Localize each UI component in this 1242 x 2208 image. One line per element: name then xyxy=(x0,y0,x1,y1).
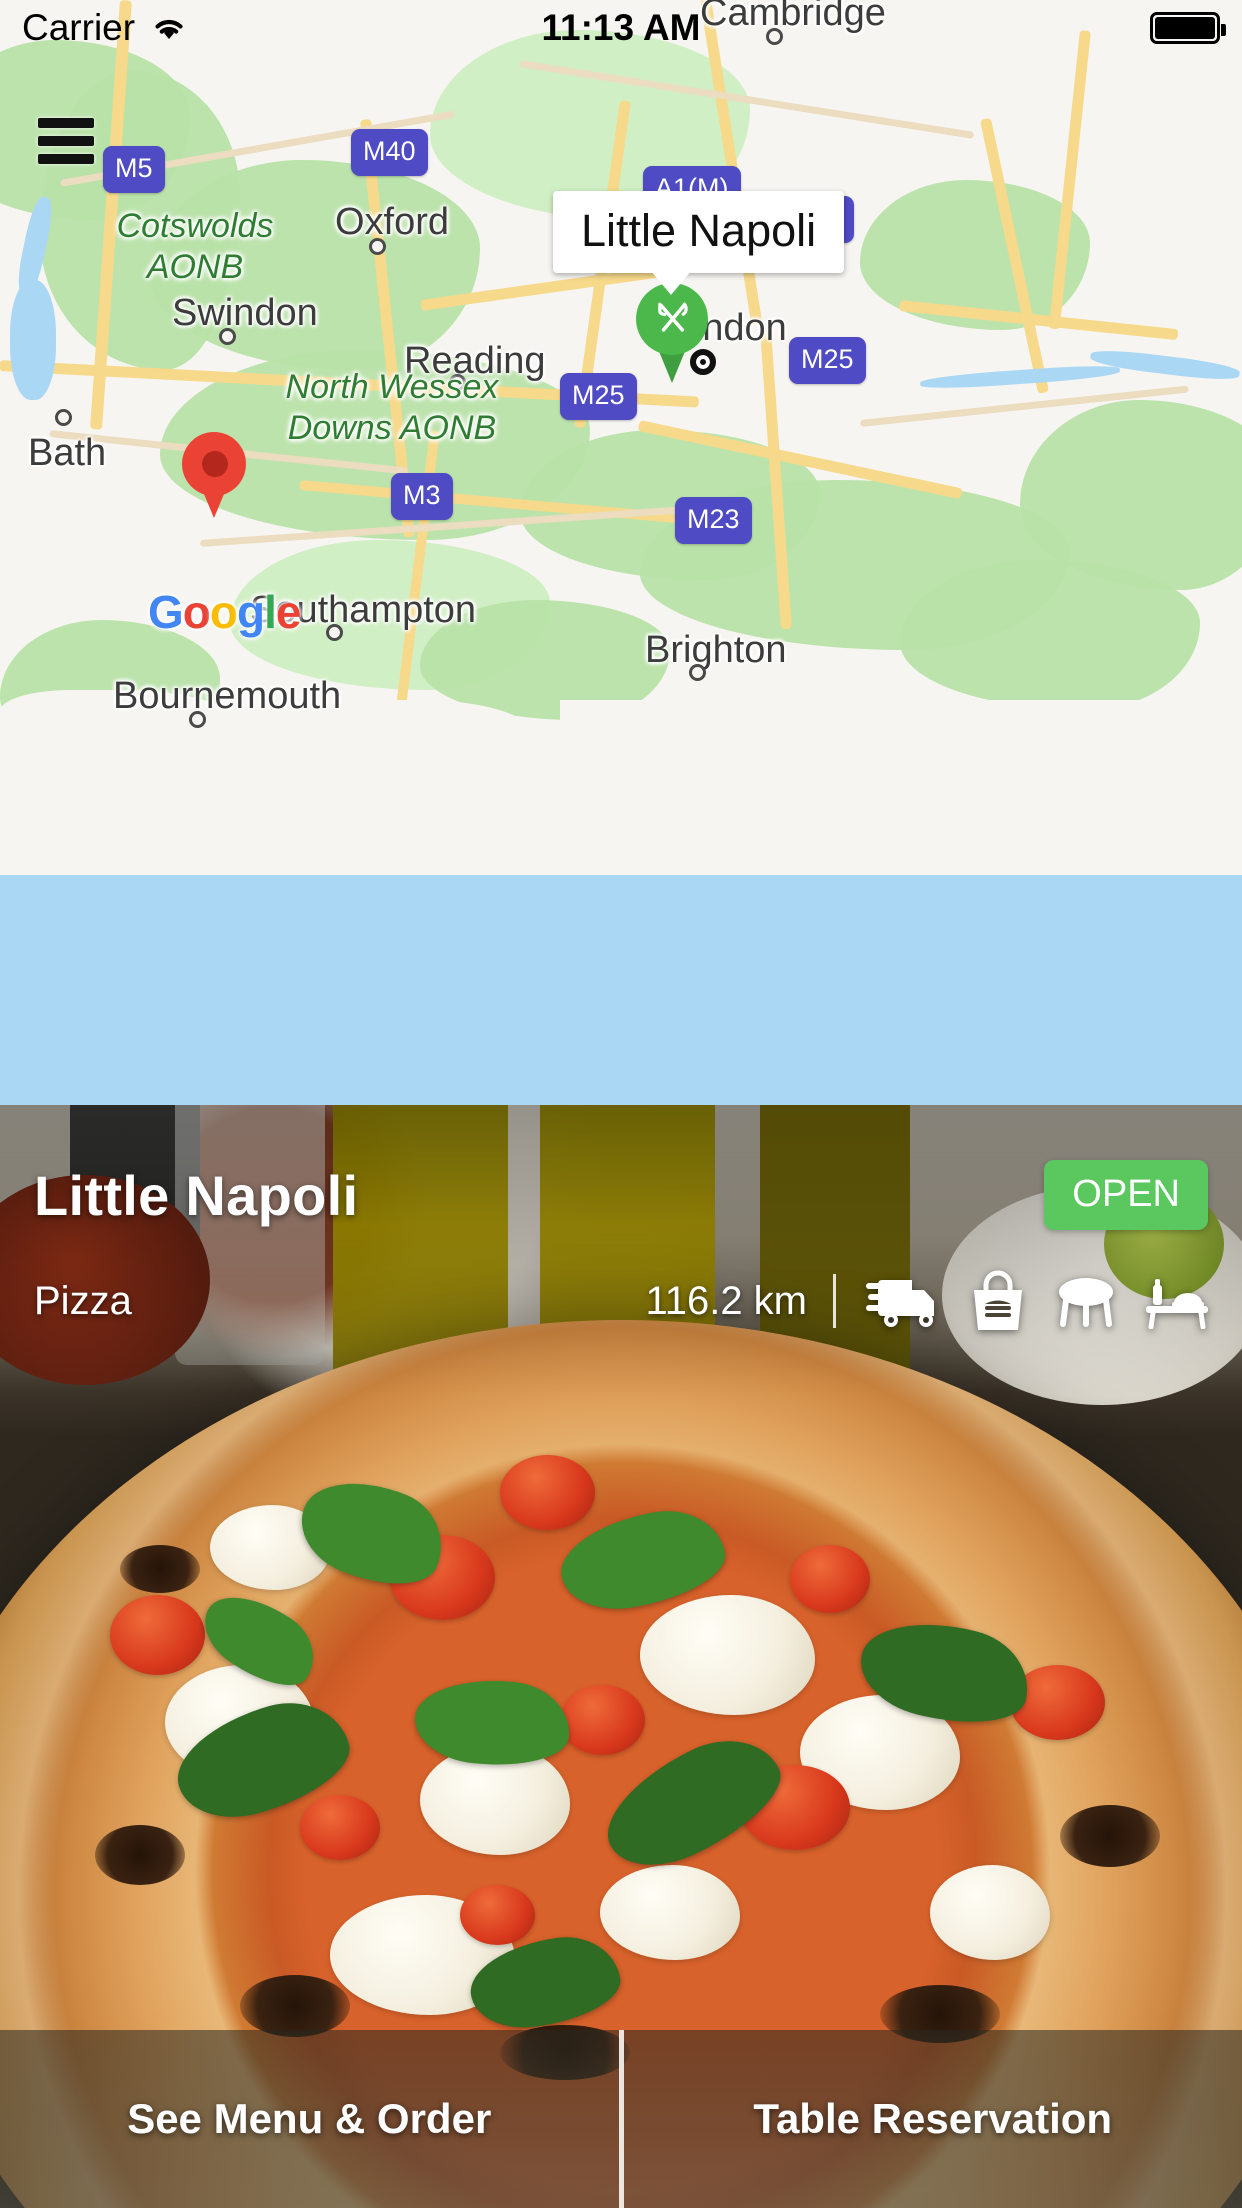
aonb-line-1: North Wessex xyxy=(285,368,499,406)
map-shield-m23: M23 xyxy=(675,497,752,544)
status-bar-right xyxy=(1150,11,1226,44)
map-dot-southampton xyxy=(326,624,343,641)
photo-char-spot xyxy=(1060,1805,1160,1867)
battery-fill xyxy=(1155,16,1215,39)
photo-char-spot xyxy=(95,1825,185,1885)
service-icons xyxy=(866,1270,1208,1332)
map-sea xyxy=(0,875,1242,1105)
status-bar-left: Carrier xyxy=(22,7,189,49)
map-dot-bournemouth xyxy=(189,711,206,728)
restaurant-card[interactable]: Little Napoli OPEN Pizza 116.2 km See Me… xyxy=(0,1105,1242,2208)
photo-tomato xyxy=(460,1885,535,1945)
meta-divider xyxy=(833,1274,836,1328)
callout-label: Little Napoli xyxy=(581,205,817,256)
map-label-swindon: Swindon xyxy=(172,292,318,334)
photo-tomato xyxy=(500,1455,595,1530)
pin-center-dot xyxy=(202,451,228,477)
photo-mozzarella xyxy=(930,1865,1050,1960)
battery-full-icon xyxy=(1150,11,1226,44)
card-title-row: Little Napoli OPEN xyxy=(34,1160,1208,1230)
map-shield-m5: M5 xyxy=(103,146,165,193)
status-badge: OPEN xyxy=(1044,1160,1208,1230)
cuisine-label: Pizza xyxy=(34,1278,132,1323)
photo-char-spot xyxy=(240,1975,350,2037)
map-label-bournemouth: Bournemouth xyxy=(113,675,342,717)
takeaway-bag-icon xyxy=(974,1270,1022,1330)
user-location-pin-icon[interactable] xyxy=(182,432,246,520)
map-dot-swindon xyxy=(219,328,236,345)
card-meta-right: 116.2 km xyxy=(645,1270,1208,1332)
photo-tomato xyxy=(560,1685,645,1755)
aonb-line-1: Cotswolds xyxy=(116,207,274,245)
google-letter-o2: o xyxy=(209,586,238,638)
see-menu-order-button[interactable]: See Menu & Order xyxy=(0,2030,619,2208)
photo-mozzarella xyxy=(640,1595,815,1715)
catering-table-icon xyxy=(1146,1279,1208,1329)
menu-bar-2 xyxy=(38,136,94,146)
fork-knife-icon xyxy=(658,302,688,332)
photo-tomato xyxy=(300,1795,380,1860)
map-shield-m25-e: M25 xyxy=(789,337,866,384)
google-letter-e: e xyxy=(275,586,302,638)
map-view[interactable]: Cambridge Oxford Swindon Bath Reading Lo… xyxy=(0,0,1242,1105)
map-shield-m40: M40 xyxy=(351,129,428,176)
photo-tomato xyxy=(790,1545,870,1613)
aonb-line-2: Downs AONB xyxy=(287,409,497,448)
menu-bar-3 xyxy=(38,154,94,164)
table-reservation-button[interactable]: Table Reservation xyxy=(624,2030,1242,2208)
google-letter-o1: o xyxy=(182,586,211,638)
restaurant-name: Little Napoli xyxy=(34,1163,359,1227)
map-dot-bath xyxy=(55,409,72,426)
map-dot-brighton xyxy=(689,664,706,681)
google-letter-g: G xyxy=(148,586,184,638)
map-callout-bubble[interactable]: Little Napoli xyxy=(553,191,845,295)
map-label-brighton: Brighton xyxy=(645,629,787,671)
delivery-truck-icon xyxy=(866,1280,934,1327)
map-shield-m3: M3 xyxy=(391,473,453,520)
map-label-oxford: Oxford xyxy=(335,201,450,243)
card-header: Little Napoli OPEN Pizza 116.2 km xyxy=(0,1105,1242,1332)
map-label-north-wessex-aonb: North Wessex Downs AONB xyxy=(222,367,562,450)
distance-label: 116.2 km xyxy=(645,1278,807,1323)
hamburger-menu-icon[interactable] xyxy=(38,118,94,164)
action-bar: See Menu & Order Table Reservation xyxy=(0,2030,1242,2208)
photo-tomato xyxy=(110,1595,205,1675)
photo-char-spot xyxy=(120,1545,200,1593)
photo-mozzarella xyxy=(600,1865,740,1960)
map-label-cotswolds-aonb: Cotswolds AONB xyxy=(60,206,330,289)
map-tiles xyxy=(0,0,1242,1105)
dining-table-icon xyxy=(1059,1278,1113,1327)
status-bar: Carrier 11:13 AM xyxy=(0,0,1242,55)
restaurant-fork-knife-pin-icon[interactable] xyxy=(636,283,708,383)
google-letter-l: l xyxy=(264,586,277,638)
map-shield-m25-w: M25 xyxy=(560,373,637,420)
carrier-label: Carrier xyxy=(22,6,136,48)
google-letter-g2: g xyxy=(237,586,265,638)
aonb-line-2: AONB xyxy=(146,248,244,287)
map-coast xyxy=(560,700,1242,750)
map-label-bath: Bath xyxy=(28,432,107,474)
wifi-icon xyxy=(155,19,183,39)
menu-bar-1 xyxy=(38,118,94,128)
google-logo: Google xyxy=(148,585,302,639)
map-dot-oxford xyxy=(369,238,386,255)
card-meta-row: Pizza 116.2 km xyxy=(34,1270,1208,1332)
map-water xyxy=(10,280,56,400)
